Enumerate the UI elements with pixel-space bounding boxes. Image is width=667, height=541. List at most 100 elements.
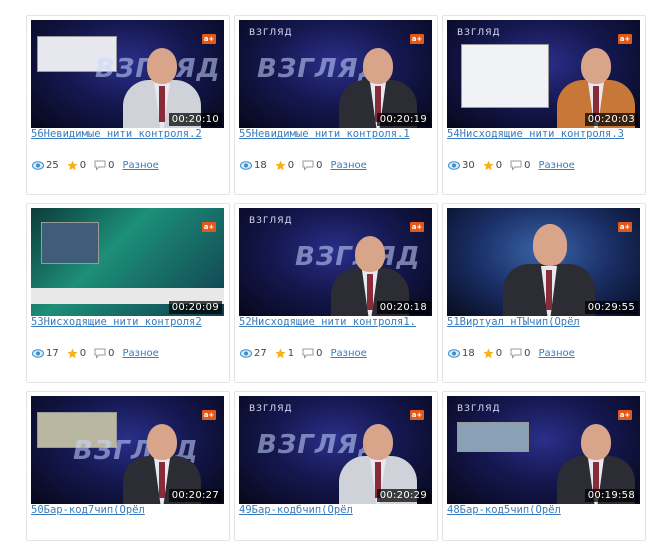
channel-badge: a+ bbox=[410, 222, 424, 232]
video-card: ВЗГЛЯД a+ 00:20:10 56Невидимые нити конт… bbox=[26, 15, 230, 195]
rating-count: 0 bbox=[275, 160, 294, 171]
thumbnail-logo-small: ВЗГЛЯД bbox=[457, 28, 501, 38]
video-duration: 00:20:10 bbox=[168, 113, 222, 126]
comments-count: 0 bbox=[510, 160, 530, 171]
video-thumbnail[interactable]: a+ 00:20:09 bbox=[31, 208, 224, 316]
category-link[interactable]: Разное bbox=[122, 160, 158, 171]
video-grid: ВЗГЛЯД a+ 00:20:10 56Невидимые нити конт… bbox=[0, 0, 667, 541]
video-card: a+ 00:29:55 51Виртуал нТЫчип(Орёл 18 0 0… bbox=[442, 203, 646, 383]
video-thumbnail[interactable]: ВЗГЛЯД ВЗГЛЯД a+ 00:20:29 bbox=[239, 396, 432, 504]
video-duration: 00:20:29 bbox=[376, 489, 430, 502]
category-link[interactable]: Разное bbox=[122, 348, 158, 359]
category-link[interactable]: Разное bbox=[330, 160, 366, 171]
video-title-link[interactable]: 51Виртуал нТЫчип(Орёл bbox=[447, 316, 643, 328]
video-card: a+ 00:20:09 53Нисходящие нити контроля2 … bbox=[26, 203, 230, 383]
video-thumbnail[interactable]: ВЗГЛЯД a+ 00:20:10 bbox=[31, 20, 224, 128]
video-thumbnail[interactable]: a+ 00:29:55 bbox=[447, 208, 640, 316]
video-thumbnail[interactable]: ВЗГЛЯД a+ 00:20:27 bbox=[31, 396, 224, 504]
thumbnail-inset bbox=[41, 222, 99, 264]
video-duration: 00:20:18 bbox=[376, 301, 430, 314]
video-stats: 18 0 0 Разное bbox=[448, 346, 583, 360]
thumbnail-inset bbox=[461, 44, 549, 108]
comment-icon bbox=[510, 348, 522, 359]
rating-count: 0 bbox=[483, 348, 502, 359]
thumbnail-logo-small: ВЗГЛЯД bbox=[249, 216, 293, 226]
comments-count: 0 bbox=[510, 348, 530, 359]
channel-badge: a+ bbox=[410, 34, 424, 44]
channel-badge: a+ bbox=[202, 410, 216, 420]
star-icon bbox=[67, 159, 78, 170]
star-icon bbox=[483, 159, 494, 170]
video-stats: 25 0 0 Разное bbox=[32, 158, 167, 172]
star-icon bbox=[483, 347, 494, 358]
views-count: 30 bbox=[448, 160, 475, 171]
comments-count: 0 bbox=[94, 348, 114, 359]
video-card: ВЗГЛЯД a+ 00:20:27 50Бар-код7чип(Орёл bbox=[26, 391, 230, 541]
video-card: ВЗГЛЯД ВЗГЛЯД a+ 00:20:19 55Невидимые ни… bbox=[234, 15, 438, 195]
eye-icon bbox=[240, 348, 252, 358]
rating-count: 0 bbox=[483, 160, 502, 171]
video-duration: 00:20:27 bbox=[168, 489, 222, 502]
video-title-link[interactable]: 53Нисходящие нити контроля2 bbox=[31, 316, 227, 328]
views-count: 18 bbox=[240, 160, 267, 171]
channel-badge: a+ bbox=[618, 34, 632, 44]
comment-icon bbox=[94, 348, 106, 359]
video-thumbnail[interactable]: ВЗГЛЯД a+ 00:20:03 bbox=[447, 20, 640, 128]
video-title-link[interactable]: 49Бар-кодбчип(Орёл bbox=[239, 504, 435, 516]
video-title-link[interactable]: 54Нисходящие нити контроля.3 bbox=[447, 128, 643, 140]
channel-badge: a+ bbox=[410, 410, 424, 420]
thumbnail-logo-small: ВЗГЛЯД bbox=[249, 404, 293, 414]
video-stats: 27 1 0 Разное bbox=[240, 346, 375, 360]
video-duration: 00:29:55 bbox=[584, 301, 638, 314]
views-count: 25 bbox=[32, 160, 59, 171]
video-stats: 17 0 0 Разное bbox=[32, 346, 167, 360]
channel-badge: a+ bbox=[202, 222, 216, 232]
rating-count: 0 bbox=[67, 160, 86, 171]
comment-icon bbox=[302, 160, 314, 171]
eye-icon bbox=[448, 348, 460, 358]
video-duration: 00:20:03 bbox=[584, 113, 638, 126]
thumbnail-inset bbox=[457, 422, 529, 452]
video-title-link[interactable]: 52Нисходящие нити контроля1. bbox=[239, 316, 435, 328]
eye-icon bbox=[32, 160, 44, 170]
video-card: ВЗГЛЯД a+ 00:19:58 48Бар-код5чип(Орёл bbox=[442, 391, 646, 541]
video-stats: 30 0 0 Разное bbox=[448, 158, 583, 172]
video-duration: 00:20:09 bbox=[168, 301, 222, 314]
comments-count: 0 bbox=[302, 348, 322, 359]
presenter-figure bbox=[503, 224, 595, 316]
star-icon bbox=[275, 347, 286, 358]
comment-icon bbox=[302, 348, 314, 359]
video-card: ВЗГЛЯД ВЗГЛЯД a+ 00:20:18 52Нисходящие н… bbox=[234, 203, 438, 383]
category-link[interactable]: Разное bbox=[538, 348, 574, 359]
video-title-link[interactable]: 50Бар-код7чип(Орёл bbox=[31, 504, 227, 516]
comment-icon bbox=[94, 160, 106, 171]
eye-icon bbox=[240, 160, 252, 170]
video-thumbnail[interactable]: ВЗГЛЯД ВЗГЛЯД a+ 00:20:19 bbox=[239, 20, 432, 128]
video-duration: 00:19:58 bbox=[584, 489, 638, 502]
star-icon bbox=[275, 159, 286, 170]
video-card: ВЗГЛЯД ВЗГЛЯД a+ 00:20:29 49Бар-кодбчип(… bbox=[234, 391, 438, 541]
comment-icon bbox=[510, 160, 522, 171]
video-thumbnail[interactable]: ВЗГЛЯД a+ 00:19:58 bbox=[447, 396, 640, 504]
views-count: 27 bbox=[240, 348, 267, 359]
eye-icon bbox=[32, 348, 44, 358]
star-icon bbox=[67, 347, 78, 358]
thumbnail-logo-small: ВЗГЛЯД bbox=[249, 28, 293, 38]
video-stats: 18 0 0 Разное bbox=[240, 158, 375, 172]
views-count: 18 bbox=[448, 348, 475, 359]
thumbnail-logo-small: ВЗГЛЯД bbox=[457, 404, 501, 414]
video-title-link[interactable]: 56Невидимые нити контроля.2 bbox=[31, 128, 227, 140]
channel-badge: a+ bbox=[618, 410, 632, 420]
category-link[interactable]: Разное bbox=[330, 348, 366, 359]
rating-count: 0 bbox=[67, 348, 86, 359]
eye-icon bbox=[448, 160, 460, 170]
comments-count: 0 bbox=[302, 160, 322, 171]
video-thumbnail[interactable]: ВЗГЛЯД ВЗГЛЯД a+ 00:20:18 bbox=[239, 208, 432, 316]
channel-badge: a+ bbox=[618, 222, 632, 232]
rating-count: 1 bbox=[275, 348, 294, 359]
video-title-link[interactable]: 48Бар-код5чип(Орёл bbox=[447, 504, 643, 516]
video-title-link[interactable]: 55Невидимые нити контроля.1 bbox=[239, 128, 435, 140]
channel-badge: a+ bbox=[202, 34, 216, 44]
category-link[interactable]: Разное bbox=[538, 160, 574, 171]
comments-count: 0 bbox=[94, 160, 114, 171]
